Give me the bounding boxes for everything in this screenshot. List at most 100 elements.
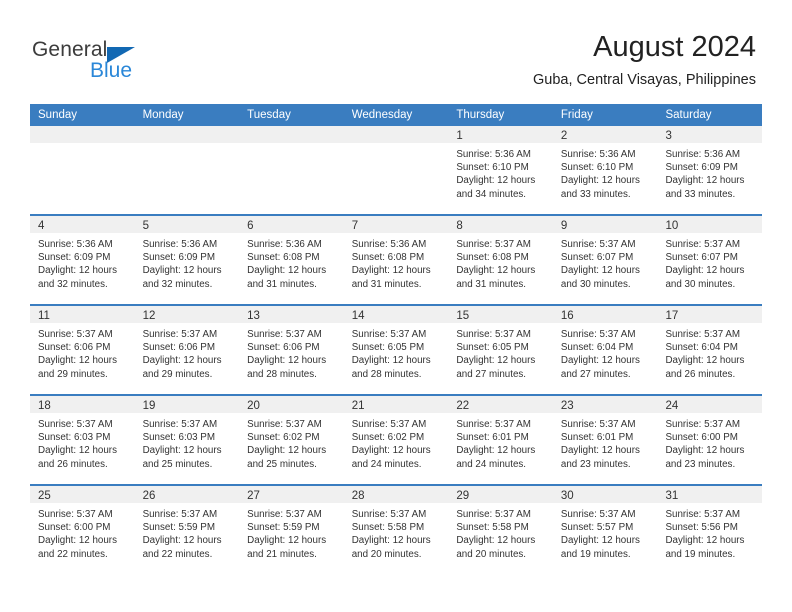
day-number-band: 30 [552,486,658,503]
day-detail-line: Daylight: 12 hours [351,445,431,457]
calendar-day-cell[interactable]: 10 Sunrise: 5:37 AM Sunset: 6:07 PM Dayligh… [657,216,763,304]
calendar-day-cell[interactable]: 2 Sunrise: 5:36 AM Sunset: 6:10 PM Daylight… [552,126,658,214]
calendar-day-cell[interactable]: 29 Sunrise: 5:37 AM Sunset: 5:58 PM Dayligh… [448,486,553,576]
day-detail-line: Sunset: 5:59 PM [142,522,216,534]
day-number-band: 5 [134,216,240,233]
day-detail-line: Sunset: 5:58 PM [351,522,425,534]
day-detail-text [135,143,240,148]
day-detail-line: Daylight: 12 hours [665,175,745,187]
day-detail-text: Sunrise: 5:36 AM Sunset: 6:09 PM Daylight:… [135,233,240,291]
weekday-header-wednesday: Wednesday [351,109,413,121]
day-number: 14 [351,310,365,322]
weekday-header-tuesday: Tuesday [247,109,291,121]
day-detail-text: Sunrise: 5:37 AM Sunset: 6:05 PM Daylight:… [448,323,553,381]
calendar-day-cell[interactable]: 6 Sunrise: 5:36 AM Sunset: 6:08 PM Daylight… [239,216,344,304]
calendar-day-cell[interactable]: 16 Sunrise: 5:37 AM Sunset: 6:04 PM Dayligh… [552,306,658,394]
day-detail-line: Sunset: 6:04 PM [665,342,738,354]
day-detail-line: and 25 minutes. [247,458,317,470]
general-blue-logo[interactable]: General Blue [32,38,272,88]
day-detail-line: and 20 minutes. [456,548,527,560]
day-detail-line: Daylight: 12 hours [456,445,536,457]
day-detail-text: Sunrise: 5:37 AM Sunset: 6:04 PM Daylight:… [657,323,762,381]
calendar-day-cell[interactable]: 20 Sunrise: 5:37 AM Sunset: 6:02 PM Dayligh… [239,396,344,484]
day-detail-line: Daylight: 12 hours [560,355,640,367]
day-detail-line: Daylight: 12 hours [665,535,745,547]
calendar-day-cell[interactable]: 1 Sunrise: 5:36 AM Sunset: 6:10 PM Daylight… [448,126,553,214]
day-number-band: 2 [552,126,658,143]
day-detail-text: Sunrise: 5:37 AM Sunset: 5:57 PM Daylight:… [553,503,658,561]
day-detail-line: Daylight: 12 hours [456,535,536,547]
day-detail-line: Daylight: 12 hours [456,355,536,367]
day-detail-text: Sunrise: 5:37 AM Sunset: 5:59 PM Daylight:… [135,503,240,561]
day-number-band [239,126,344,143]
day-number-band: 20 [239,396,344,413]
day-number-band: 29 [448,486,553,503]
day-number-band: 26 [134,486,240,503]
day-detail-line: Sunset: 6:04 PM [560,342,634,354]
day-detail-line: Sunset: 6:09 PM [38,252,111,264]
day-detail-line: Sunset: 5:59 PM [247,522,320,534]
page-subtitle: Guba, Central Visayas, Philippines [533,72,756,88]
calendar-day-cell-empty [134,126,240,214]
day-detail-line: and 27 minutes. [560,368,631,380]
calendar-day-cell[interactable]: 22 Sunrise: 5:37 AM Sunset: 6:01 PM Dayligh… [448,396,553,484]
day-number: 21 [351,400,365,412]
day-number-band: 15 [448,306,553,323]
calendar-day-cell[interactable]: 30 Sunrise: 5:37 AM Sunset: 5:57 PM Dayligh… [552,486,658,576]
day-detail-line: and 25 minutes. [142,458,213,470]
calendar-day-cell-empty [239,126,344,214]
calendar-day-cell[interactable]: 14 Sunrise: 5:37 AM Sunset: 6:05 PM Dayligh… [343,306,449,394]
weekday-header-saturday: Saturday [665,109,712,121]
calendar-day-cell[interactable]: 28 Sunrise: 5:37 AM Sunset: 5:58 PM Dayligh… [343,486,449,576]
calendar-day-cell[interactable]: 8 Sunrise: 5:37 AM Sunset: 6:08 PM Daylight… [448,216,553,304]
day-detail-line: Daylight: 12 hours [142,265,222,277]
day-number-band: 17 [657,306,763,323]
day-number-band: 8 [448,216,553,233]
weekday-header-sunday: Sunday [38,109,78,121]
calendar-day-cell[interactable]: 17 Sunrise: 5:37 AM Sunset: 6:04 PM Dayligh… [657,306,763,394]
calendar-day-cell[interactable]: 5 Sunrise: 5:36 AM Sunset: 6:09 PM Daylight… [134,216,240,304]
calendar-day-cell[interactable]: 24 Sunrise: 5:37 AM Sunset: 6:00 PM Dayligh… [657,396,763,484]
calendar-day-cell[interactable]: 19 Sunrise: 5:37 AM Sunset: 6:03 PM Dayligh… [134,396,240,484]
day-detail-line: Sunset: 6:02 PM [351,432,425,444]
day-detail-line: Sunset: 6:02 PM [247,432,320,444]
weekday-header-row: Sunday Monday Tuesday Wednesday Thursday Frid… [30,104,762,126]
day-number: 12 [142,310,156,322]
day-number-band: 10 [657,216,763,233]
day-detail-line: Sunrise: 5:36 AM [560,149,636,160]
calendar-day-cell[interactable]: 9 Sunrise: 5:37 AM Sunset: 6:07 PM Daylight… [552,216,658,304]
calendar-day-cell[interactable]: 15 Sunrise: 5:37 AM Sunset: 6:05 PM Dayligh… [448,306,553,394]
day-number: 23 [560,400,574,412]
calendar-day-cell[interactable]: 11 Sunrise: 5:37 AM Sunset: 6:06 PM Dayligh… [30,306,135,394]
calendar-day-cell[interactable]: 21 Sunrise: 5:37 AM Sunset: 6:02 PM Dayligh… [343,396,449,484]
calendar-day-cell[interactable]: 31 Sunrise: 5:37 AM Sunset: 5:56 PM Dayligh… [657,486,763,576]
calendar-day-cell[interactable]: 27 Sunrise: 5:37 AM Sunset: 5:59 PM Dayligh… [239,486,344,576]
day-number: 22 [456,400,470,412]
day-number-band [30,126,135,143]
day-detail-line: and 24 minutes. [351,458,422,470]
calendar-day-cell[interactable]: 7 Sunrise: 5:36 AM Sunset: 6:08 PM Daylight… [343,216,449,304]
day-detail-text: Sunrise: 5:37 AM Sunset: 6:07 PM Daylight:… [553,233,658,291]
calendar-day-cell[interactable]: 23 Sunrise: 5:37 AM Sunset: 6:01 PM Dayligh… [552,396,658,484]
day-detail-line: Sunset: 6:09 PM [142,252,216,264]
day-detail-text: Sunrise: 5:37 AM Sunset: 6:04 PM Daylight:… [553,323,658,381]
calendar-day-cell[interactable]: 12 Sunrise: 5:37 AM Sunset: 6:06 PM Dayligh… [134,306,240,394]
day-detail-line: Sunset: 6:03 PM [142,432,216,444]
day-detail-line: Sunset: 6:00 PM [38,522,111,534]
calendar-day-cell[interactable]: 3 Sunrise: 5:36 AM Sunset: 6:09 PM Daylight… [657,126,763,214]
day-detail-line: Daylight: 12 hours [38,265,117,277]
calendar-day-cell[interactable]: 26 Sunrise: 5:37 AM Sunset: 5:59 PM Dayligh… [134,486,240,576]
calendar-day-cell[interactable]: 25 Sunrise: 5:37 AM Sunset: 6:00 PM Dayligh… [30,486,135,576]
calendar-day-cell[interactable]: 18 Sunrise: 5:37 AM Sunset: 6:03 PM Dayligh… [30,396,135,484]
day-detail-text: Sunrise: 5:37 AM Sunset: 5:58 PM Daylight:… [344,503,449,561]
day-number-band: 27 [239,486,344,503]
day-number-band: 23 [552,396,658,413]
calendar-day-cell[interactable]: 4 Sunrise: 5:36 AM Sunset: 6:09 PM Daylight… [30,216,135,304]
day-detail-line: Sunrise: 5:37 AM [142,419,218,430]
day-detail-text [239,143,344,148]
day-detail-line: Sunrise: 5:37 AM [142,509,218,520]
day-detail-line: and 31 minutes. [456,278,527,290]
day-detail-text: Sunrise: 5:37 AM Sunset: 6:05 PM Daylight:… [344,323,449,381]
calendar-day-cell[interactable]: 13 Sunrise: 5:37 AM Sunset: 6:06 PM Dayligh… [239,306,344,394]
day-detail-line: and 22 minutes. [142,548,213,560]
